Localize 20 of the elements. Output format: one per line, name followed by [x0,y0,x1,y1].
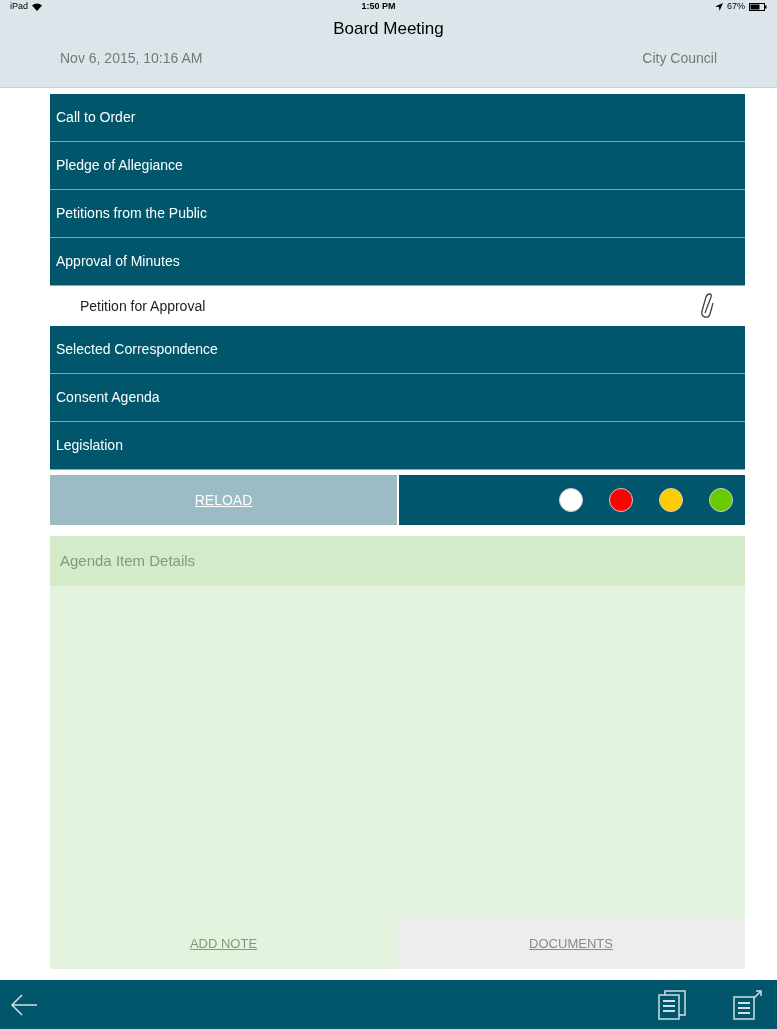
meeting-date: Nov 6, 2015, 10:16 AM [60,48,203,68]
agenda-section[interactable]: Petitions from the Public [50,190,745,238]
export-icon[interactable] [732,989,762,1020]
battery-percent: 67% [726,0,745,14]
agenda-section[interactable]: Legislation [50,422,745,470]
wifi-icon [32,3,42,11]
details-title: Agenda Item Details [60,550,196,571]
agenda-section[interactable]: Selected Correspondence [50,326,745,374]
window-title: Board Meeting [333,18,444,40]
battery-icon [749,3,767,11]
agenda-section[interactable]: Call to Order [50,94,745,142]
agenda-section[interactable]: Approval of Minutes [50,238,745,286]
agenda-section[interactable]: Pledge of Allegiance [50,142,745,190]
device-label: iPad [10,0,28,14]
clock: 1:50 PM [361,0,396,14]
agenda-section[interactable]: Consent Agenda [50,374,745,422]
back-arrow-icon[interactable] [10,993,38,1016]
location-icon [714,3,723,11]
documents-icon[interactable] [657,989,687,1020]
meeting-body: City Council [642,48,717,68]
